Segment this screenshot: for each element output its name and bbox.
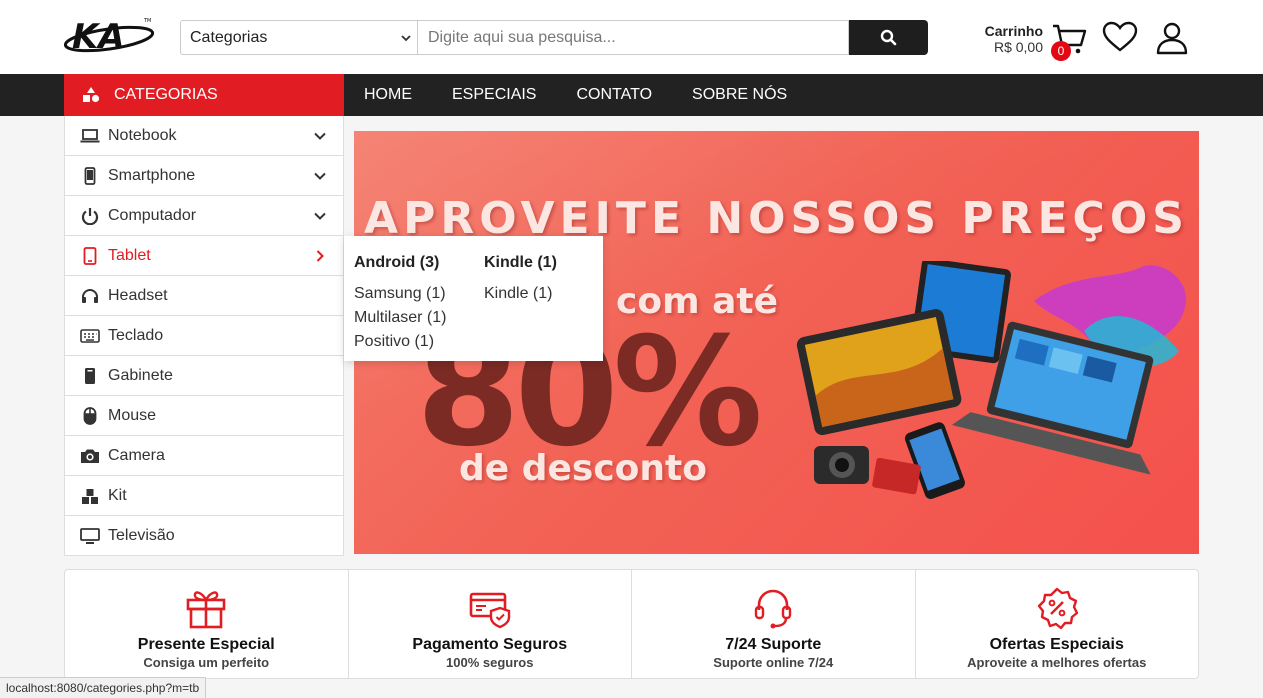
sidebar-item-label: Televisão bbox=[108, 526, 175, 544]
boxes-icon bbox=[80, 486, 100, 506]
feature-pagamento: Pagamento Seguros 100% seguros bbox=[349, 570, 632, 678]
sidebar-item-label: Kit bbox=[108, 486, 127, 504]
category-select-value: Categorias bbox=[190, 28, 268, 46]
category-sidebar: Notebook Smartphone Computador Tablet He… bbox=[64, 116, 344, 556]
browser-status-url: localhost:8080/categories.php?m=tb bbox=[0, 677, 207, 698]
search-bar: Categorias bbox=[180, 20, 928, 55]
sidebar-item-label: Notebook bbox=[108, 126, 177, 144]
feature-title: Presente Especial bbox=[137, 636, 275, 653]
feature-ofertas: Ofertas Especiais Aproveite a melhores o… bbox=[916, 570, 1199, 678]
feature-subtitle: Aproveite a melhores ofertas bbox=[967, 655, 1147, 670]
sidebar-item-label: Headset bbox=[108, 286, 168, 304]
submenu-link[interactable]: Samsung (1) bbox=[354, 282, 446, 306]
sidebar-item-label: Computador bbox=[108, 206, 197, 224]
mouse-icon bbox=[80, 406, 100, 426]
headphones-icon bbox=[80, 286, 100, 306]
sidebar-item-tablet[interactable]: Tablet bbox=[65, 236, 343, 276]
sidebar-item-gabinete[interactable]: Gabinete bbox=[65, 356, 343, 396]
submenu-column-kindle: Kindle (1) Kindle (1) bbox=[484, 254, 557, 306]
chevron-down-icon bbox=[314, 132, 326, 140]
feature-subtitle: Consiga um perfeito bbox=[143, 655, 270, 670]
submenu-heading[interactable]: Kindle (1) bbox=[484, 254, 557, 272]
nav-links: HOME ESPECIAIS CONTATO SOBRE NÓS bbox=[344, 74, 807, 116]
search-input[interactable] bbox=[417, 20, 849, 55]
sidebar-item-label: Camera bbox=[108, 446, 165, 464]
feature-subtitle: Suporte online 7/24 bbox=[713, 655, 834, 670]
categories-toggle[interactable]: CATEGORIAS bbox=[64, 74, 344, 116]
main-navbar: CATEGORIAS HOME ESPECIAIS CONTATO SOBRE … bbox=[0, 74, 1263, 116]
sidebar-item-computador[interactable]: Computador bbox=[65, 196, 343, 236]
nav-contato[interactable]: CONTATO bbox=[556, 74, 672, 116]
nav-especiais[interactable]: ESPECIAIS bbox=[432, 74, 556, 116]
sidebar-item-mouse[interactable]: Mouse bbox=[65, 396, 343, 436]
submenu-heading[interactable]: Android (3) bbox=[354, 254, 446, 272]
user-icon[interactable] bbox=[1155, 21, 1189, 55]
search-button[interactable] bbox=[849, 20, 928, 55]
feature-title: 7/24 Suporte bbox=[725, 636, 822, 653]
cart-total: R$ 0,00 bbox=[993, 39, 1043, 55]
gift-icon bbox=[186, 591, 226, 629]
shapes-icon bbox=[83, 87, 100, 103]
keyboard-icon bbox=[80, 326, 100, 346]
svg-text:TM: TM bbox=[143, 18, 151, 24]
cart-summary[interactable]: Carrinho R$ 0,00 bbox=[960, 23, 1043, 55]
camera-icon bbox=[80, 446, 100, 466]
tablet-icon bbox=[80, 246, 100, 266]
sidebar-item-kit[interactable]: Kit bbox=[65, 476, 343, 516]
nav-home[interactable]: HOME bbox=[344, 74, 432, 116]
sidebar-item-camera[interactable]: Camera bbox=[65, 436, 343, 476]
ka-logo[interactable]: KA TM bbox=[64, 12, 158, 56]
sidebar-item-notebook[interactable]: Notebook bbox=[65, 116, 343, 156]
headset-support-icon bbox=[755, 589, 792, 629]
submenu-link[interactable]: Kindle (1) bbox=[484, 282, 557, 306]
submenu-link[interactable]: Multilaser (1) bbox=[354, 306, 446, 330]
sidebar-item-label: Gabinete bbox=[108, 366, 173, 384]
logo-text: KA bbox=[72, 17, 125, 56]
tablet-submenu: Android (3) Samsung (1) Multilaser (1) P… bbox=[344, 236, 603, 361]
chevron-down-icon bbox=[314, 212, 326, 220]
tower-icon bbox=[80, 366, 100, 386]
sidebar-item-teclado[interactable]: Teclado bbox=[65, 316, 343, 356]
submenu-column-android: Android (3) Samsung (1) Multilaser (1) P… bbox=[354, 254, 446, 354]
feature-title: Ofertas Especiais bbox=[989, 636, 1124, 653]
heart-icon[interactable] bbox=[1102, 21, 1138, 53]
chevron-down-icon bbox=[314, 172, 326, 180]
sidebar-item-label: Teclado bbox=[108, 326, 164, 344]
cart-label: Carrinho bbox=[984, 23, 1043, 39]
secure-card-icon bbox=[469, 592, 510, 629]
sidebar-item-smartphone[interactable]: Smartphone bbox=[65, 156, 343, 196]
feature-presente: Presente Especial Consiga um perfeito bbox=[65, 570, 349, 678]
nav-sobre[interactable]: SOBRE NÓS bbox=[672, 74, 807, 116]
features-strip: Presente Especial Consiga um perfeito Pa… bbox=[64, 569, 1199, 679]
tv-icon bbox=[80, 526, 100, 546]
devices-illustration bbox=[796, 261, 1186, 500]
power-icon bbox=[80, 206, 100, 226]
submenu-link[interactable]: Positivo (1) bbox=[354, 330, 446, 354]
feature-suporte: 7/24 Suporte Suporte online 7/24 bbox=[632, 570, 916, 678]
discount-badge-icon bbox=[1037, 587, 1078, 630]
site-header: KA TM Categorias Carrinho R$ 0,00 0 bbox=[0, 0, 1263, 74]
sidebar-item-label: Smartphone bbox=[108, 166, 196, 184]
cart-count-badge: 0 bbox=[1051, 41, 1071, 61]
banner-description: de desconto bbox=[459, 448, 707, 489]
categories-toggle-label: CATEGORIAS bbox=[114, 86, 218, 103]
feature-title: Pagamento Seguros bbox=[412, 636, 568, 653]
chevron-down-icon bbox=[401, 34, 411, 41]
category-select[interactable]: Categorias bbox=[180, 20, 417, 55]
feature-subtitle: 100% seguros bbox=[446, 655, 534, 670]
smartphone-icon bbox=[80, 166, 100, 186]
sidebar-item-label: Tablet bbox=[108, 246, 151, 264]
chevron-right-icon bbox=[316, 249, 324, 262]
sidebar-item-headset[interactable]: Headset bbox=[65, 276, 343, 316]
sidebar-item-label: Mouse bbox=[108, 406, 157, 424]
search-icon bbox=[880, 29, 897, 46]
sidebar-item-televisao[interactable]: Televisão bbox=[65, 516, 343, 555]
laptop-icon bbox=[80, 126, 100, 146]
